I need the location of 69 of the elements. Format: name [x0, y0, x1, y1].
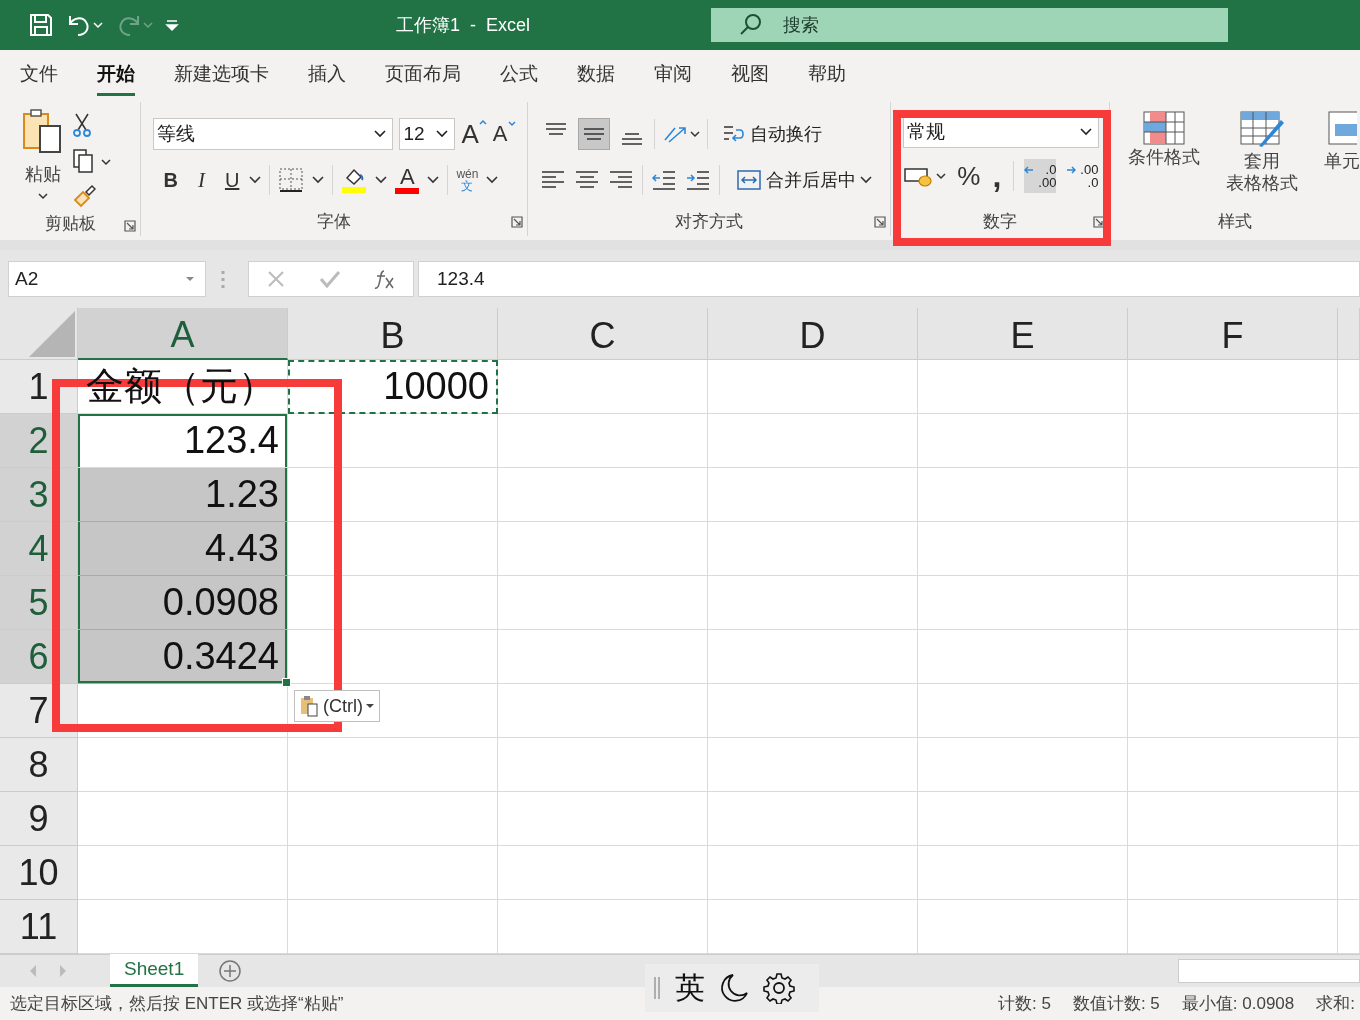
increase-decimal-button[interactable]: .0 .00 — [1024, 159, 1057, 193]
menu-tab[interactable]: 页面布局 — [385, 52, 461, 96]
column-header[interactable]: B — [288, 308, 498, 360]
column-header[interactable]: C — [498, 308, 708, 360]
formula-field[interactable]: 123.4 — [418, 261, 1360, 297]
phonetic-button[interactable]: wén 文 — [456, 168, 479, 192]
name-box[interactable]: A2 — [8, 261, 206, 297]
menu-tab[interactable]: 插入 — [308, 52, 346, 96]
row-header[interactable]: 11 — [0, 900, 78, 954]
status-stat: 计数: 5 — [998, 993, 1051, 1015]
group-label: 对齐方式 — [675, 210, 744, 233]
status-stat: 数值计数: 5 — [1072, 993, 1160, 1015]
menu-tab[interactable]: 视图 — [731, 52, 769, 96]
menu-tab[interactable]: 文件 — [20, 52, 58, 96]
table-cell: 4.43 — [78, 522, 288, 576]
cell-style-button[interactable]: 单元 — [1324, 110, 1360, 206]
group-label: 样式 — [1218, 210, 1252, 233]
group-label: 剪贴板 — [44, 212, 96, 235]
italic-button[interactable]: I — [191, 167, 211, 193]
status-stat: 求和: — [1316, 993, 1355, 1015]
table-format-button[interactable]: 套用 表格格式 — [1226, 110, 1298, 206]
status-message: 选定目标区域，然后按 ENTER 或选择“粘贴” — [10, 993, 344, 1015]
shrink-font-button[interactable]: A — [492, 121, 516, 147]
wrap-text-button[interactable]: 自动换行 — [722, 122, 823, 146]
bold-button[interactable]: B — [153, 168, 184, 192]
conditional-format-button[interactable]: 条件格式 — [1128, 110, 1200, 206]
window-title: 工作簿1 - Excel — [396, 14, 532, 37]
table-cell: 1.23 — [78, 468, 288, 522]
row-header[interactable]: 3 — [0, 468, 78, 522]
table-cell: 0.0908 — [78, 576, 288, 630]
comma-button[interactable]: , — [990, 158, 1004, 194]
column-header[interactable]: D — [708, 308, 918, 360]
group-label: 数字 — [983, 210, 1018, 233]
status-stat: 最小值: 0.0908 — [1181, 993, 1295, 1015]
row-header[interactable]: 5 — [0, 576, 78, 630]
paste-button[interactable]: 粘贴 — [22, 108, 64, 210]
grow-font-button[interactable]: A — [461, 118, 487, 150]
menu-tab[interactable]: 审阅 — [654, 52, 692, 96]
row-header[interactable]: 2 — [0, 414, 78, 468]
font-size-select[interactable]: 12 — [399, 118, 456, 150]
column-header[interactable]: F — [1128, 308, 1338, 360]
table-cell: 10000 — [288, 360, 498, 414]
column-header[interactable]: E — [918, 308, 1128, 360]
row-header[interactable]: 6 — [0, 630, 78, 684]
underline-button[interactable]: U — [218, 168, 242, 192]
group-label: 字体 — [317, 210, 352, 233]
row-header[interactable]: 1 — [0, 360, 78, 414]
column-header[interactable]: A — [78, 308, 288, 360]
menu-tab[interactable]: 帮助 — [808, 52, 846, 96]
search-field[interactable]: 搜索 — [711, 8, 1228, 42]
paste-options-button[interactable]: (Ctrl) — [294, 690, 380, 722]
menu-tab[interactable]: 开始 — [97, 52, 135, 96]
font-name-select[interactable]: 等线 — [153, 118, 394, 150]
row-header[interactable]: 8 — [0, 738, 78, 792]
font-color-button[interactable]: A — [395, 166, 420, 194]
row-header[interactable]: 9 — [0, 792, 78, 846]
input-mode[interactable]: 英 — [675, 967, 705, 1009]
menu-tab[interactable]: 公式 — [500, 52, 538, 96]
merge-center-button[interactable]: 合并后居中 — [736, 168, 873, 192]
table-cell: 0.3424 — [78, 630, 288, 684]
row-header[interactable]: 4 — [0, 522, 78, 576]
row-header[interactable]: 10 — [0, 846, 78, 900]
sheet-tab[interactable]: Sheet1 — [110, 953, 199, 987]
percent-button[interactable]: % — [957, 160, 981, 192]
menu-tab[interactable]: 数据 — [577, 52, 615, 96]
number-format-select[interactable]: 常规 — [903, 116, 1100, 148]
table-cell: 123.4 — [78, 414, 288, 468]
decrease-decimal-button[interactable]: .00 .0 — [1066, 159, 1099, 193]
menu-tab[interactable]: 新建选项卡 — [174, 52, 269, 96]
